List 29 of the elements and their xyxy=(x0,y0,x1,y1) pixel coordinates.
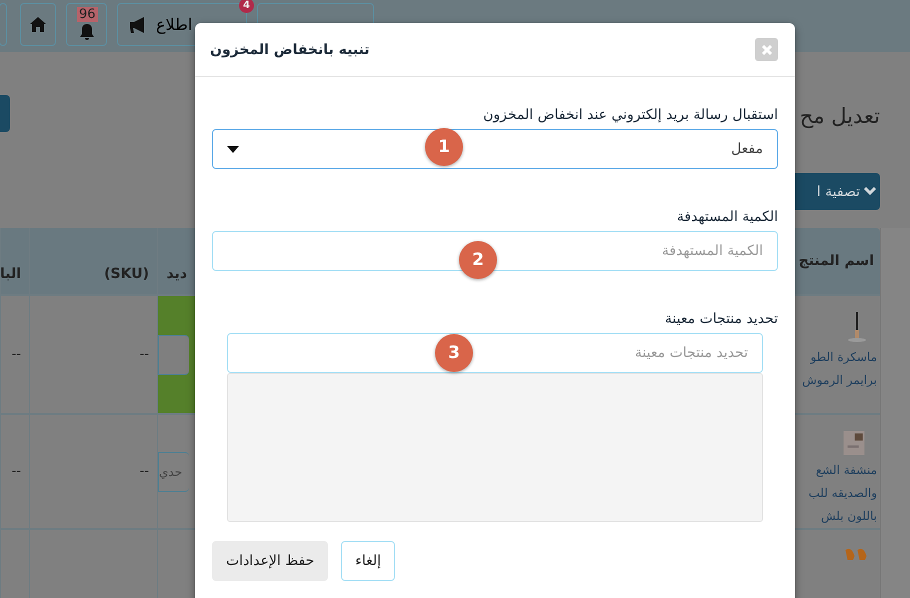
column-header: البا xyxy=(0,266,21,282)
notification-count: 96 xyxy=(77,7,98,22)
field-label: استقبال رسالة بريد إلكتروني عند انخفاض المخزون xyxy=(483,107,778,123)
caret-icon xyxy=(227,146,239,152)
column-header: (SKU) xyxy=(104,266,149,282)
action-button[interactable] xyxy=(0,95,10,132)
page-title: تعديل مح xyxy=(800,104,880,128)
column-header: ديد xyxy=(166,266,187,282)
home-icon xyxy=(30,17,46,32)
chevron-down-icon xyxy=(864,187,876,196)
column-header: اسم المنتج xyxy=(798,253,874,269)
field-label: تحديد منتجات معينة xyxy=(664,311,778,327)
notifications-button[interactable]: 96 xyxy=(66,3,107,46)
toolbar-button[interactable] xyxy=(0,3,7,46)
bell-icon xyxy=(78,22,96,40)
cancel-button[interactable]: إلغاء xyxy=(341,541,396,581)
table-cell: -- xyxy=(140,464,149,479)
table-cell: -- xyxy=(12,347,21,362)
filter-button[interactable]: تصفية ا xyxy=(795,173,880,210)
close-icon xyxy=(762,44,772,54)
announcement-count: 4 xyxy=(239,0,254,13)
home-button[interactable] xyxy=(20,3,56,46)
save-button[interactable]: حفظ الإعدادات xyxy=(212,541,328,581)
stock-field[interactable] xyxy=(158,334,189,374)
step-marker: 1 xyxy=(425,128,463,166)
table-cell: -- xyxy=(12,464,21,479)
close-button[interactable] xyxy=(755,38,778,61)
field-label: الكمية المستهدفة xyxy=(676,209,778,225)
table-cell: -- xyxy=(140,347,149,362)
